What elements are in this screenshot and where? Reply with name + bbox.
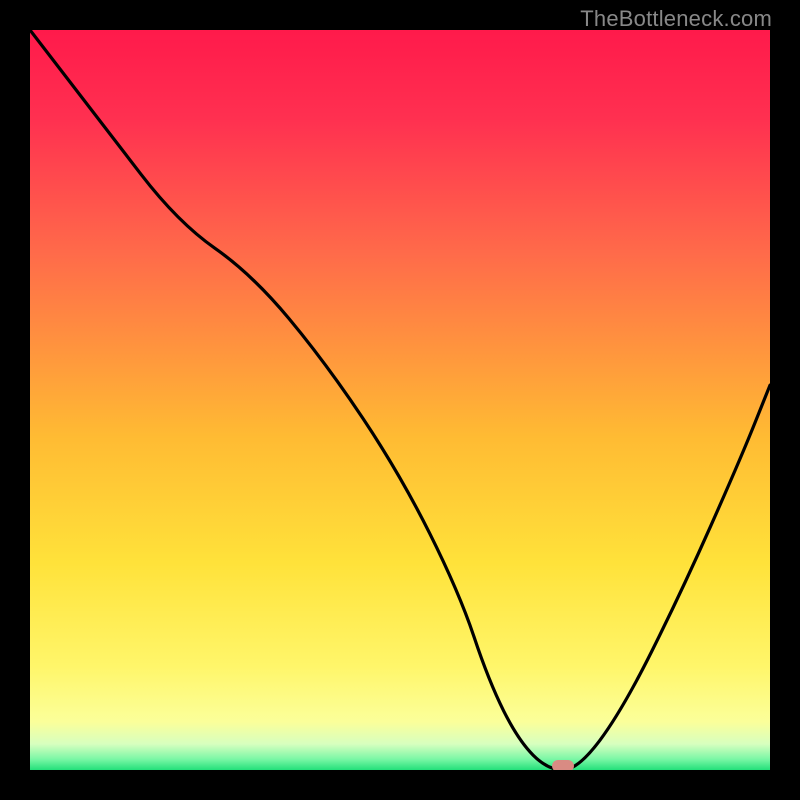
chart-frame: TheBottleneck.com (0, 0, 800, 800)
watermark-text: TheBottleneck.com (580, 6, 772, 32)
optimal-marker (552, 760, 574, 770)
curve-layer (30, 30, 770, 770)
bottleneck-curve-path (30, 30, 770, 770)
plot-area (30, 30, 770, 770)
